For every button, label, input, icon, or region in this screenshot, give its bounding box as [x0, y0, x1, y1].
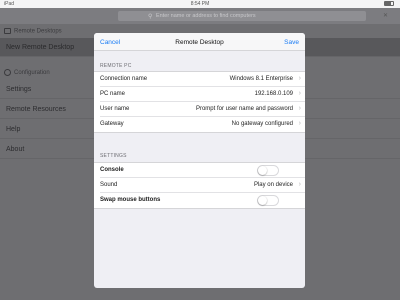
gateway-value: No gateway configured [231, 121, 293, 127]
pc-name-label: PC name [100, 91, 126, 97]
swap-mouse-row: Swap mouse buttons [100, 193, 305, 208]
monitor-icon [4, 28, 11, 34]
gear-icon [4, 69, 11, 76]
swap-mouse-label: Swap mouse buttons [100, 197, 161, 203]
remote-pc-header: REMOTE PC [100, 63, 132, 69]
sidebar-item-label: Remote Resources [6, 106, 66, 113]
sidebar-item-label: Help [6, 126, 21, 133]
connection-name-row[interactable]: Connection name Windows 8.1 Enterprise › [100, 72, 305, 87]
chevron-right-icon: › [298, 120, 301, 127]
user-name-label: User name [100, 106, 130, 112]
search-icon: ⚲ [148, 14, 153, 20]
configuration-header-label: Configuration [14, 70, 50, 77]
chevron-right-icon: › [298, 105, 301, 112]
sound-row[interactable]: Sound Play on device › [100, 178, 305, 193]
sound-label: Sound [100, 182, 118, 188]
chevron-right-icon: › [298, 90, 301, 97]
sound-value: Play on device [253, 182, 293, 188]
connection-name-value: Windows 8.1 Enterprise [229, 76, 293, 82]
console-label: Console [100, 167, 124, 173]
gateway-label: Gateway [100, 121, 124, 127]
search-bar: ⚲ Enter name or address to find computer… [0, 8, 400, 24]
sidebar-item-label: New Remote Desktop [6, 44, 75, 51]
user-name-row[interactable]: User name Prompt for user name and passw… [100, 102, 305, 117]
status-time: 8:54 PM [190, 1, 210, 7]
remote-desktops-header: Remote Desktops [4, 28, 62, 38]
settings-header: SETTINGS [100, 153, 127, 159]
status-bar: iPad 8:54 PM [0, 0, 400, 8]
toggle-knob [258, 196, 267, 205]
configuration-header: Configuration [4, 69, 50, 79]
pc-name-row[interactable]: PC name 192.168.0.109 › [100, 87, 305, 102]
swap-mouse-toggle[interactable] [257, 195, 279, 206]
gateway-row[interactable]: Gateway No gateway configured › [100, 117, 305, 132]
chevron-right-icon: › [298, 181, 301, 188]
remote-pc-group: Connection name Windows 8.1 Enterprise ›… [94, 71, 305, 133]
connection-name-label: Connection name [100, 76, 148, 82]
remote-desktop-dialog: Cancel Remote Desktop Save REMOTE PC Con… [94, 33, 305, 288]
save-button[interactable]: Save [284, 39, 299, 46]
toggle-knob [258, 166, 267, 175]
console-toggle[interactable] [257, 165, 279, 176]
dialog-nav-bar: Cancel Remote Desktop Save [94, 33, 305, 51]
remote-desktops-header-label: Remote Desktops [14, 28, 62, 35]
chevron-right-icon: › [298, 75, 301, 82]
dialog-title: Remote Desktop [175, 39, 224, 46]
settings-group: Console Sound Play on device › Swap mous… [94, 162, 305, 209]
pc-name-value: 192.168.0.109 [254, 91, 293, 97]
user-name-value: Prompt for user name and password [195, 106, 293, 112]
battery-icon [384, 1, 394, 6]
search-placeholder: Enter name or address to find computers [156, 13, 256, 19]
search-input[interactable]: ⚲ Enter name or address to find computer… [118, 11, 366, 21]
console-row: Console [100, 163, 305, 178]
close-icon[interactable]: ✕ [382, 13, 389, 20]
sidebar-item-label: Settings [6, 86, 32, 93]
sidebar-item-label: About [6, 146, 25, 153]
